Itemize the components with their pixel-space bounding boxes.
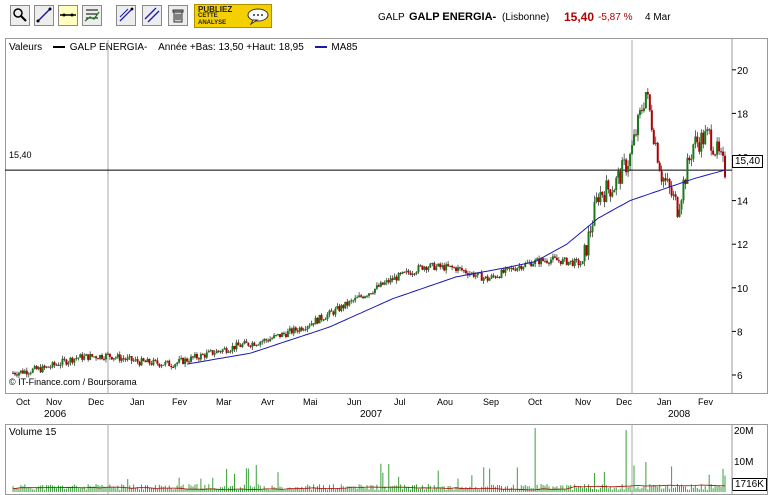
- volume-bars: [12, 428, 726, 492]
- volume-average-line: [12, 484, 726, 491]
- volume-chart: [12, 424, 733, 495]
